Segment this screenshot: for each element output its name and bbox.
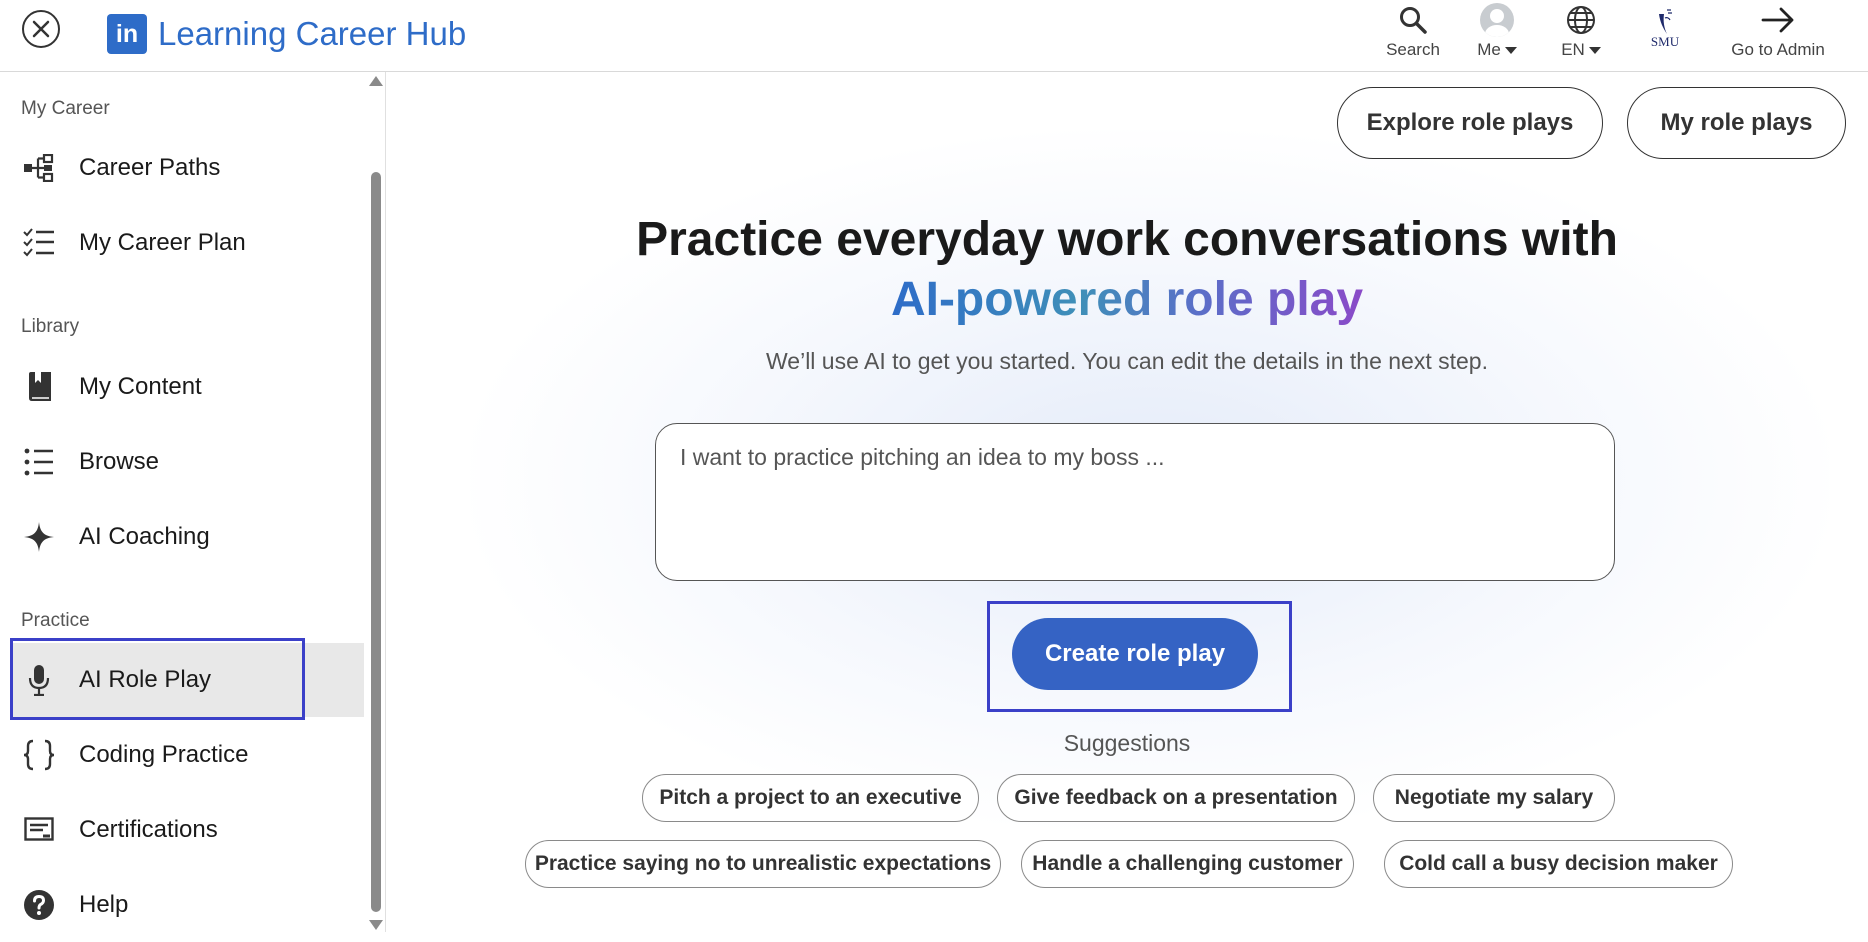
go-to-admin-link[interactable]: Go to Admin [1720, 0, 1836, 70]
caret-down-icon [1588, 46, 1601, 54]
nav-org-label: SMU [1650, 34, 1680, 49]
sidebar-item-label: Certifications [79, 816, 218, 843]
help-icon [20, 886, 58, 924]
scroll-up-arrow-icon[interactable] [369, 76, 383, 86]
active-item-highlight [10, 638, 305, 720]
section-title-my-career: My Career [21, 98, 110, 119]
sidebar-item-label: Help [79, 891, 129, 918]
suggestion-chip[interactable]: Negotiate my salary [1373, 774, 1615, 822]
nav-org[interactable]: SMU [1630, 0, 1700, 70]
close-button[interactable] [22, 10, 60, 48]
nav-language-label: EN [1561, 40, 1585, 59]
globe-icon [1567, 6, 1595, 34]
suggestion-chip[interactable]: Cold call a busy decision maker [1384, 840, 1733, 888]
avatar [1480, 3, 1514, 37]
search-icon [1400, 7, 1427, 34]
sidebar-item-label: Browse [79, 448, 160, 475]
list-icon [20, 443, 58, 481]
sidebar-item-my-career-plan[interactable]: My Career Plan [10, 206, 364, 280]
nav-search-label: Search [1386, 40, 1440, 59]
suggestion-chip[interactable]: Practice saying no to unrealistic expect… [525, 840, 1001, 888]
sidebar-item-my-content[interactable]: My Content [10, 350, 364, 424]
suggestion-chip[interactable]: Give feedback on a presentation [997, 774, 1355, 822]
top-header: in Learning Career Hub Search Me EN SMU … [0, 0, 1868, 72]
checklist-icon [20, 224, 58, 262]
sidebar-item-help[interactable]: Help [10, 868, 364, 942]
braces-icon [20, 736, 58, 774]
explore-role-plays-button[interactable]: Explore role plays [1337, 87, 1603, 159]
suggestion-chip[interactable]: Pitch a project to an executive [642, 774, 979, 822]
sidebar-item-label: My Content [79, 373, 202, 400]
sidebar-item-label: Coding Practice [79, 741, 249, 768]
go-to-admin-label: Go to Admin [1731, 40, 1825, 59]
hero-gradient-text: AI-powered role play [890, 273, 1364, 326]
book-icon [20, 368, 58, 406]
close-icon [32, 20, 50, 38]
app-title[interactable]: Learning Career Hub [158, 14, 466, 54]
sidebar-item-ai-coaching[interactable]: AI Coaching [10, 500, 364, 574]
section-title-practice: Practice [21, 610, 90, 631]
hero-heading: Practice everyday work conversations wit… [636, 213, 1618, 266]
caret-down-icon [1504, 46, 1517, 54]
linkedin-logo[interactable]: in [107, 14, 147, 54]
role-play-prompt-input[interactable] [655, 423, 1615, 581]
scroll-down-arrow-icon[interactable] [369, 920, 383, 930]
sidebar-item-coding-practice[interactable]: Coding Practice [10, 718, 364, 792]
sidebar: My Career Career Paths My Career Plan Li… [0, 72, 386, 932]
my-role-plays-button[interactable]: My role plays [1627, 87, 1846, 159]
nav-search[interactable]: Search [1378, 0, 1448, 70]
nav-language[interactable]: EN [1546, 0, 1616, 70]
sparkle-icon [20, 518, 58, 556]
hero-subtext: We’ll use AI to get you started. You can… [766, 348, 1488, 374]
nav-me[interactable]: Me [1462, 0, 1532, 70]
create-role-play-button[interactable]: Create role play [1012, 618, 1258, 690]
nav-me-label: Me [1477, 40, 1501, 59]
sidebar-item-label: My Career Plan [79, 229, 246, 256]
career-paths-icon [20, 149, 58, 187]
smu-logo-icon [1659, 9, 1672, 34]
sidebar-item-label: Career Paths [79, 154, 221, 181]
sidebar-item-career-paths[interactable]: Career Paths [10, 131, 364, 205]
suggestions-title: Suggestions [1063, 730, 1191, 756]
section-title-library: Library [21, 316, 80, 337]
sidebar-item-browse[interactable]: Browse [10, 425, 364, 499]
certificate-icon [20, 811, 58, 849]
hero-heading-highlight: AI-powered role play [386, 272, 1868, 327]
arrow-right-icon [1761, 7, 1794, 33]
sidebar-item-label: AI Coaching [79, 523, 210, 550]
sidebar-item-certifications[interactable]: Certifications [10, 793, 364, 867]
sidebar-scroll-thumb[interactable] [371, 172, 381, 912]
suggestion-chip[interactable]: Handle a challenging customer [1021, 840, 1354, 888]
